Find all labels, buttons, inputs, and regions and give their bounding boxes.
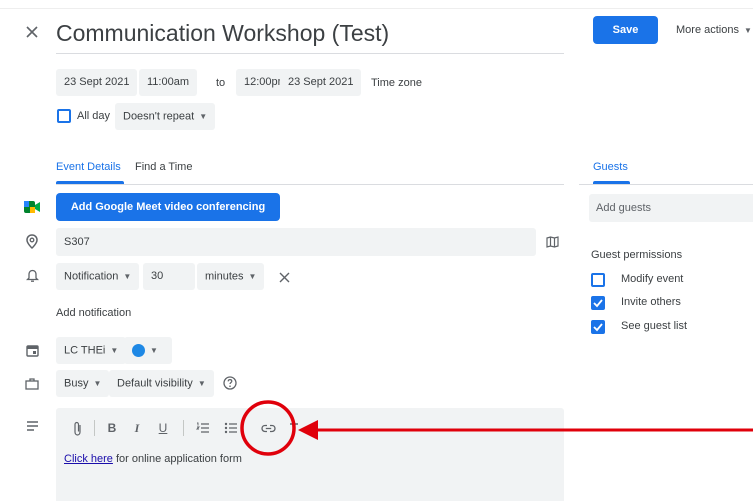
annotation-arrow-head xyxy=(298,420,318,440)
annotation-overlay xyxy=(240,400,753,456)
annotation-circle xyxy=(240,400,296,456)
